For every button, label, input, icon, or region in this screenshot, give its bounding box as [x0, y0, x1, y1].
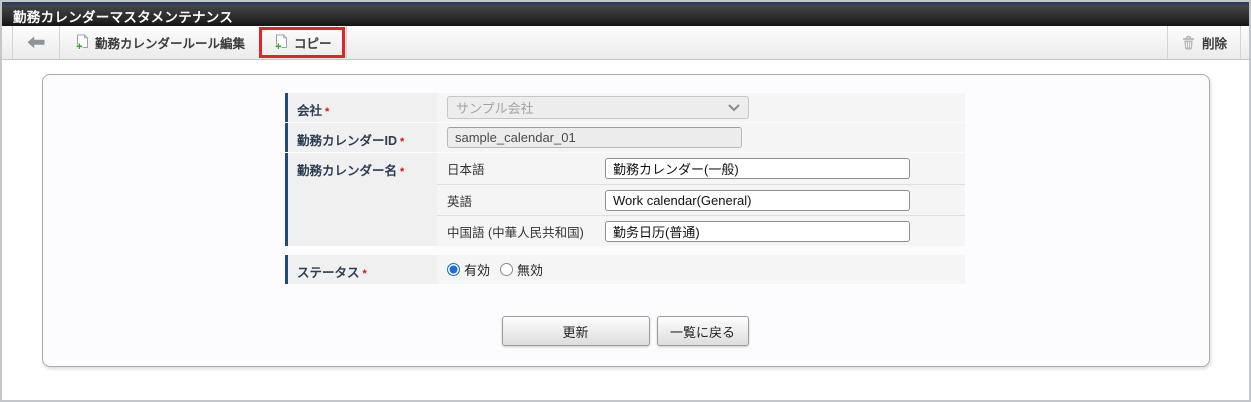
calendar-name-label-cell: 勤務カレンダー名*: [285, 153, 437, 246]
new-document-icon: [73, 34, 89, 51]
copy-annotation-highlight: コピー: [259, 27, 345, 58]
copy-document-icon: [272, 34, 288, 51]
content-panel: 会社* サンプル会社 勤務カレンダーID*: [42, 74, 1210, 367]
status-disabled-label: 無効: [517, 260, 543, 279]
company-select-value: サンプル会社: [456, 98, 534, 117]
page-title-bar: 勤務カレンダーマスタメンテナンス: [2, 2, 1249, 26]
japanese-label: 日本語: [447, 159, 605, 178]
calendar-name-chinese-input[interactable]: [605, 221, 910, 242]
toolbar-separator: [346, 26, 347, 59]
status-label: ステータス: [297, 266, 360, 280]
update-button[interactable]: 更新: [502, 316, 650, 346]
page-title: 勤務カレンダーマスタメンテナンス: [13, 6, 233, 26]
form-row-company: 会社* サンプル会社: [285, 93, 965, 122]
english-label: 英語: [447, 191, 605, 210]
form-actions: 更新 一覧に戻る: [285, 316, 965, 346]
form-row-status: ステータス* 有効 無効: [285, 255, 965, 284]
status-option-enabled[interactable]: 有効: [447, 260, 490, 279]
status-enabled-label: 有効: [464, 260, 490, 279]
required-mark: *: [400, 136, 404, 148]
required-mark: *: [363, 268, 367, 280]
status-option-disabled[interactable]: 無効: [500, 260, 543, 279]
calendar-id-label-cell: 勤務カレンダーID*: [285, 123, 437, 152]
calendar-id-label: 勤務カレンダーID: [297, 134, 397, 148]
required-mark: *: [400, 166, 404, 178]
copy-button[interactable]: コピー: [262, 30, 342, 55]
back-button[interactable]: [13, 26, 59, 59]
trash-icon: [1181, 35, 1196, 50]
toolbar-separator: [1240, 26, 1241, 59]
calendar-name-row-chinese: 中国語 (中華人民共和国): [437, 215, 965, 246]
form-row-calendar-name: 勤務カレンダー名* 日本語 英語 中国語 (中華人民共和国): [285, 153, 965, 246]
status-field-cell: 有効 無効: [437, 255, 965, 284]
calendar-form: 会社* サンプル会社 勤務カレンダーID*: [285, 93, 965, 346]
calendar-id-field-cell: [437, 123, 965, 152]
rule-edit-label: 勤務カレンダールール編集: [95, 33, 245, 52]
company-label: 会社: [297, 104, 322, 118]
calendar-id-input: [447, 127, 742, 148]
form-row-calendar-id: 勤務カレンダーID*: [285, 123, 965, 152]
toolbar: 勤務カレンダールール編集 コピー: [2, 26, 1249, 60]
back-arrow-icon: [27, 36, 45, 49]
calendar-name-row-japanese: 日本語: [437, 153, 965, 184]
status-label-cell: ステータス*: [285, 255, 437, 284]
calendar-name-english-input[interactable]: [605, 190, 910, 211]
company-select: サンプル会社: [447, 96, 749, 119]
required-mark: *: [325, 106, 329, 118]
delete-button[interactable]: 削除: [1168, 26, 1240, 59]
radio-selected-icon[interactable]: [447, 263, 460, 276]
status-radio-group: 有効 無効: [447, 260, 543, 279]
delete-label: 削除: [1202, 33, 1227, 52]
company-label-cell: 会社*: [285, 93, 437, 122]
copy-label: コピー: [294, 33, 332, 52]
calendar-name-japanese-input[interactable]: [605, 158, 910, 179]
calendar-name-row-english: 英語: [437, 184, 965, 215]
back-to-list-button[interactable]: 一覧に戻る: [657, 316, 749, 346]
calendar-name-label: 勤務カレンダー名: [297, 164, 397, 178]
calendar-name-field-cell: 日本語 英語 中国語 (中華人民共和国): [437, 153, 965, 246]
app-window: 勤務カレンダーマスタメンテナンス 勤務カレンダールール編集: [0, 0, 1251, 402]
chevron-down-icon: [728, 104, 740, 112]
rule-edit-button[interactable]: 勤務カレンダールール編集: [60, 26, 258, 59]
radio-unselected-icon[interactable]: [500, 263, 513, 276]
company-field-cell: サンプル会社: [437, 93, 965, 122]
chinese-label: 中国語 (中華人民共和国): [447, 222, 605, 241]
